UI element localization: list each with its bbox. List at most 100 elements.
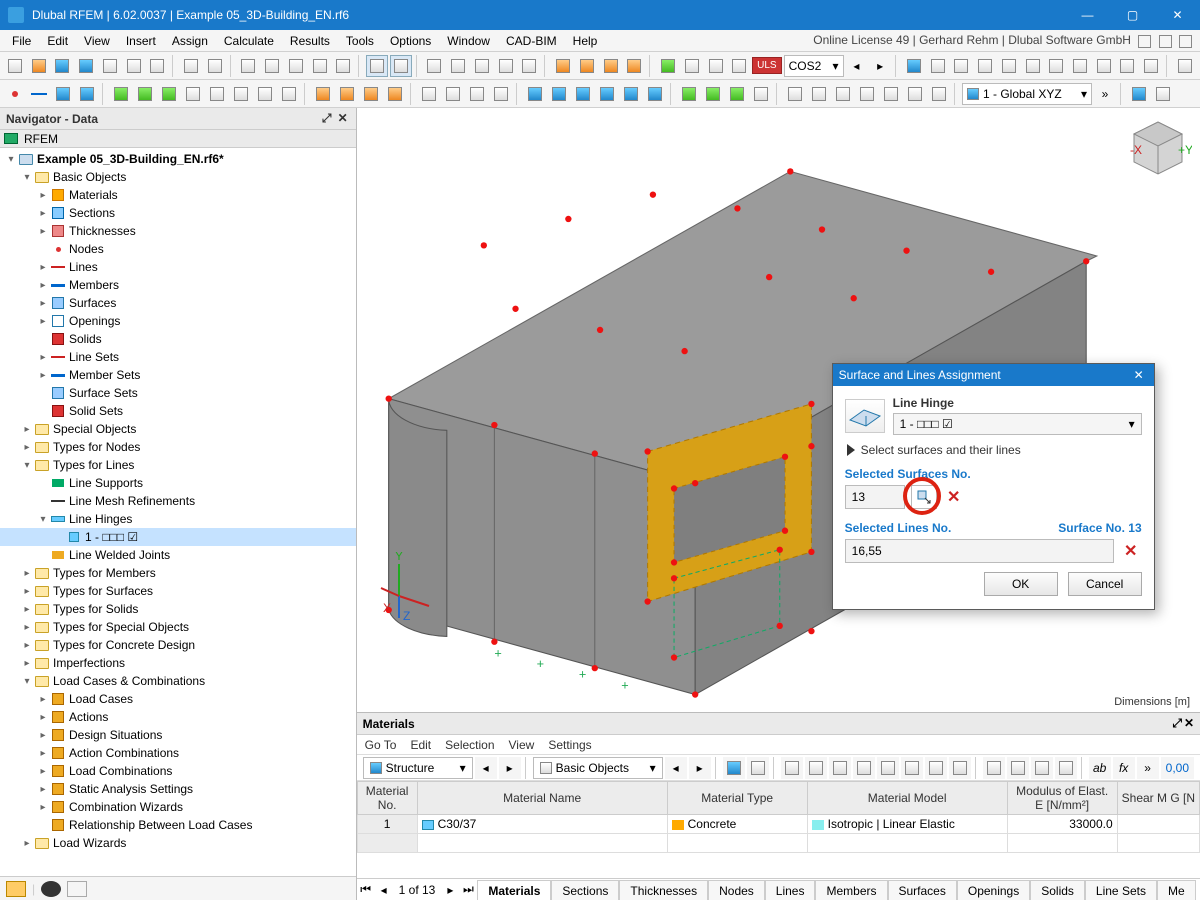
mat-tab-surfaces[interactable]: Surfaces [888,880,957,900]
tree-item[interactable]: ▸Action Combinations [0,744,356,762]
mat-tab-nodes[interactable]: Nodes [708,880,765,900]
nav-tab3-icon[interactable] [67,881,87,897]
tree-item[interactable]: ▸Types for Solids [0,600,356,618]
mdi-restore-icon[interactable] [1159,35,1172,48]
menu-cadbim[interactable]: CAD-BIM [498,32,565,50]
menu-insert[interactable]: Insert [118,32,164,50]
menu-view[interactable]: View [76,32,118,50]
table-row[interactable] [357,834,1199,853]
cell-name[interactable]: C30/37 [417,815,667,834]
tool-t5-icon[interactable] [519,55,541,77]
tool-saveall-icon[interactable] [123,55,145,77]
tool-zoom-icon[interactable] [552,55,574,77]
pager-first-icon[interactable]: ⏮ [357,881,375,899]
tool-redo-icon[interactable] [204,55,226,77]
view5-icon[interactable] [904,83,926,105]
view6-icon[interactable] [928,83,950,105]
mat-g7-icon[interactable] [925,757,947,779]
tool-grid-icon[interactable] [285,55,307,77]
tool-r6-icon[interactable] [1022,55,1044,77]
tool-nav1-icon[interactable] [366,55,388,77]
draw-a2-icon[interactable] [336,83,358,105]
tool-r10-icon[interactable] [1117,55,1139,77]
maximize-button[interactable]: ▢ [1110,0,1155,30]
col-type[interactable]: Material Type [667,782,807,815]
mat-menu-selection[interactable]: Selection [445,738,494,752]
mat-next2-icon[interactable]: ▸ [689,757,711,779]
col-model[interactable]: Material Model [807,782,1007,815]
mat-ab-icon[interactable]: ab [1089,757,1111,779]
draw-b2-icon[interactable] [442,83,464,105]
support2-icon[interactable] [548,83,570,105]
mat-t2-icon[interactable] [747,757,769,779]
tool-new-icon[interactable] [4,55,26,77]
tool-zoom2-icon[interactable] [576,55,598,77]
lc2-icon[interactable] [702,83,724,105]
tool-next-icon[interactable]: ▸ [869,55,891,77]
selected-surfaces-input[interactable] [845,485,905,509]
tail2-icon[interactable] [1152,83,1174,105]
tree-item[interactable]: Line Welded Joints [0,546,356,564]
mat-tab-members[interactable]: Members [815,880,887,900]
dialog-close-icon[interactable]: ✕ [1130,368,1148,382]
tool-r3-icon[interactable] [950,55,972,77]
menu-assign[interactable]: Assign [164,32,216,50]
tree-item[interactable]: Solids [0,330,356,348]
tool-copy-icon[interactable] [238,55,260,77]
tree-basic-objects[interactable]: ▾ Basic Objects [0,168,356,186]
mat-h4-icon[interactable] [1055,757,1077,779]
draw-surf-icon[interactable] [110,83,132,105]
mat-structure-combo[interactable]: Structure▾ [363,757,473,779]
tree-item[interactable]: Surface Sets [0,384,356,402]
draw-line-icon[interactable] [28,83,50,105]
cs-more-icon[interactable]: » [1094,83,1116,105]
mdi-close-icon[interactable] [1179,35,1192,48]
view4-icon[interactable] [880,83,902,105]
tool-undo-icon[interactable] [180,55,202,77]
tree-item[interactable]: ▸Load Combinations [0,762,356,780]
draw-op-icon[interactable] [182,83,204,105]
tree-item[interactable]: ▸Openings [0,312,356,330]
draw-op2-icon[interactable] [206,83,228,105]
dock-close-icon[interactable]: ✕ [336,111,350,126]
lc3-icon[interactable] [726,83,748,105]
selected-lines-input[interactable] [845,539,1114,563]
mat-g2-icon[interactable] [805,757,827,779]
minimize-button[interactable]: — [1065,0,1110,30]
mat-h1-icon[interactable] [983,757,1005,779]
col-g[interactable]: Shear M G [N [1117,782,1199,815]
support1-icon[interactable] [524,83,546,105]
pager-last-icon[interactable]: ⏭ [459,881,477,899]
tree-item[interactable]: ▸Actions [0,708,356,726]
col-e[interactable]: Modulus of Elast. E [N/mm²] [1007,782,1117,815]
tree-item[interactable]: ▸Member Sets [0,366,356,384]
tool-open-icon[interactable] [28,55,50,77]
mat-t1-icon[interactable] [723,757,745,779]
tool-t2-icon[interactable] [447,55,469,77]
menu-window[interactable]: Window [439,32,498,50]
draw-sol2-icon[interactable] [254,83,276,105]
mat-menu-view[interactable]: View [509,738,535,752]
tool-zoom4-icon[interactable] [623,55,645,77]
draw-member-icon[interactable] [52,83,74,105]
mdi-minimize-icon[interactable] [1138,35,1151,48]
mat-menu-edit[interactable]: Edit [410,738,431,752]
tree-special-objects[interactable]: ▸Special Objects [0,420,356,438]
cell-g[interactable] [1117,815,1199,834]
materials-grid[interactable]: Material No. Material Name Material Type… [357,781,1200,878]
mat-g3-icon[interactable] [829,757,851,779]
view1-icon[interactable] [808,83,830,105]
menu-options[interactable]: Options [382,32,439,50]
tool-cloud-icon[interactable] [51,55,73,77]
pager-prev-icon[interactable]: ◂ [375,881,393,899]
tree-item[interactable]: ▸Sections [0,204,356,222]
mat-tab-lines[interactable]: Lines [765,880,816,900]
tree-item[interactable]: ▸Lines [0,258,356,276]
tree-types-lines[interactable]: ▾Types for Lines [0,456,356,474]
tree-item[interactable]: ▸Materials [0,186,356,204]
draw-member2-icon[interactable] [76,83,98,105]
tool-r4-icon[interactable] [974,55,996,77]
tool-block-icon[interactable] [75,55,97,77]
mat-tab-me[interactable]: Me [1157,880,1196,900]
tree-item[interactable]: ▸Thicknesses [0,222,356,240]
